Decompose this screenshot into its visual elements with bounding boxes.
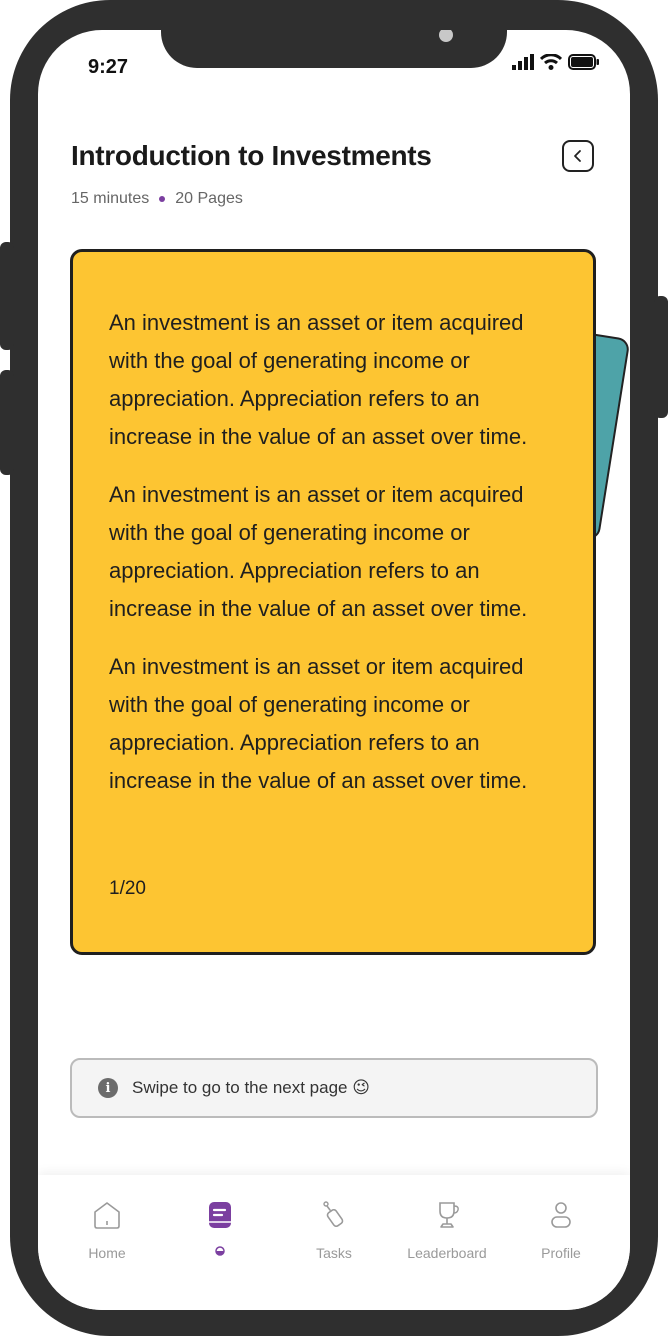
back-button[interactable] bbox=[562, 140, 594, 172]
status-time: 9:27 bbox=[88, 56, 129, 78]
lesson-meta: 15 minutes 20 Pages bbox=[71, 190, 243, 208]
home-icon bbox=[94, 1202, 120, 1229]
screen: 9:27 Introduction to Investments 15 minu… bbox=[38, 30, 630, 1310]
card-paragraph: An investment is an asset or item acquir… bbox=[109, 654, 528, 793]
separator-dot bbox=[159, 196, 166, 202]
nav-profile-label: Profile bbox=[541, 1245, 581, 1261]
nav-leaderboard-label: Leaderboard bbox=[407, 1245, 487, 1261]
nav-home-label: Home bbox=[88, 1245, 126, 1261]
profile-icon bbox=[551, 1202, 571, 1228]
nav-profile[interactable]: Profile bbox=[511, 1197, 611, 1261]
tasks-icon bbox=[323, 1201, 344, 1228]
nav-home[interactable]: Home bbox=[57, 1197, 157, 1261]
page-indicator: 1/20 bbox=[109, 878, 146, 899]
nav-leaderboard[interactable]: Leaderboard bbox=[397, 1197, 497, 1261]
signal-icon bbox=[512, 54, 534, 70]
power-button bbox=[654, 296, 668, 418]
lesson-duration: 15 minutes bbox=[71, 190, 150, 207]
book-icon bbox=[209, 1202, 231, 1228]
notch bbox=[161, 30, 507, 68]
hint-text: Swipe to go to the next page 😉 bbox=[132, 1078, 370, 1098]
nav-tasks[interactable]: Tasks bbox=[284, 1197, 384, 1261]
lesson-title: Introduction to Investments bbox=[71, 140, 432, 171]
volume-up-button bbox=[0, 242, 14, 350]
nav-learn[interactable] bbox=[170, 1197, 270, 1259]
chevron-left-icon bbox=[574, 150, 581, 162]
hint-label: Swipe to go to the next page bbox=[132, 1078, 348, 1097]
content-card[interactable]: An investment is an asset or item acquir… bbox=[70, 249, 596, 955]
trophy-icon bbox=[439, 1202, 459, 1228]
swipe-hint: i Swipe to go to the next page 😉 bbox=[70, 1058, 598, 1118]
wifi-icon bbox=[540, 54, 562, 70]
nav-learn-indicator bbox=[170, 1243, 270, 1259]
card-paragraph: An investment is an asset or item acquir… bbox=[109, 482, 528, 621]
battery-icon bbox=[568, 54, 599, 70]
bottom-nav: Home Tasks Leaderboard Profile bbox=[38, 1175, 630, 1310]
card-paragraph: An investment is an asset or item acquir… bbox=[109, 310, 528, 449]
info-icon: i bbox=[98, 1078, 118, 1098]
status-icons bbox=[512, 54, 600, 70]
volume-down-button bbox=[0, 370, 14, 475]
lesson-pages: 20 Pages bbox=[175, 190, 243, 207]
active-indicator-icon bbox=[215, 1246, 225, 1256]
nav-tasks-label: Tasks bbox=[316, 1245, 352, 1261]
wink-emoji: 😉 bbox=[352, 1078, 370, 1097]
